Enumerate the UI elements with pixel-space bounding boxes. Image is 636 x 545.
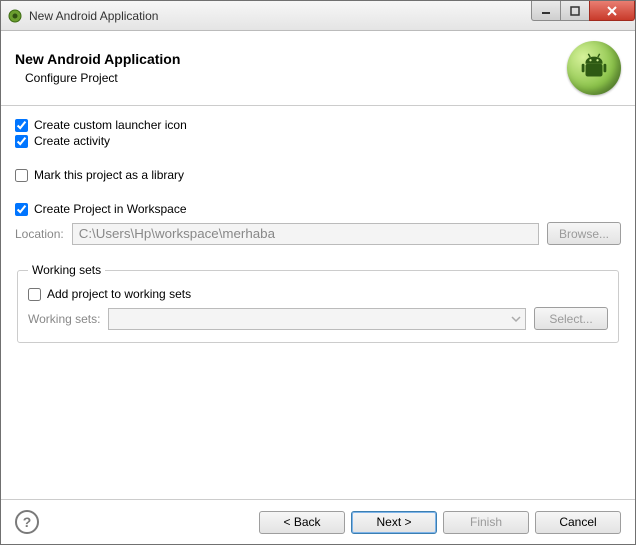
add-to-working-sets-label[interactable]: Add project to working sets [47,287,191,301]
working-sets-dropdown [108,308,526,330]
mark-as-library-checkbox[interactable] [15,169,28,182]
titlebar[interactable]: New Android Application [1,1,635,31]
working-sets-group: Working sets Add project to working sets… [17,263,619,343]
mark-as-library-label[interactable]: Mark this project as a library [34,168,184,182]
minimize-button[interactable] [531,1,561,21]
page-title: New Android Application [15,51,180,67]
location-label: Location: [15,227,64,241]
cancel-button[interactable]: Cancel [535,511,621,534]
chevron-down-icon [511,314,521,324]
close-button[interactable] [589,1,635,21]
wizard-header: New Android Application Configure Projec… [1,31,635,106]
android-icon [567,41,621,95]
location-input [72,223,539,245]
working-sets-field-label: Working sets: [28,312,100,326]
maximize-button[interactable] [560,1,590,21]
create-launcher-icon-checkbox[interactable] [15,119,28,132]
create-launcher-icon-label[interactable]: Create custom launcher icon [34,118,187,132]
page-subtitle: Configure Project [15,71,180,85]
create-activity-label[interactable]: Create activity [34,134,110,148]
wizard-content: Create custom launcher icon Create activ… [1,106,635,499]
browse-button: Browse... [547,222,621,245]
window-title: New Android Application [29,9,158,23]
create-in-workspace-label[interactable]: Create Project in Workspace [34,202,187,216]
wizard-footer: ? < Back Next > Finish Cancel [1,499,635,544]
help-icon[interactable]: ? [15,510,39,534]
back-button[interactable]: < Back [259,511,345,534]
select-working-sets-button: Select... [534,307,608,330]
working-sets-legend: Working sets [28,263,105,277]
wizard-window: New Android Application New Android Appl… [0,0,636,545]
create-activity-checkbox[interactable] [15,135,28,148]
finish-button: Finish [443,511,529,534]
window-controls [532,1,635,21]
next-button[interactable]: Next > [351,511,437,534]
create-in-workspace-checkbox[interactable] [15,203,28,216]
add-to-working-sets-checkbox[interactable] [28,288,41,301]
app-icon [7,8,23,24]
